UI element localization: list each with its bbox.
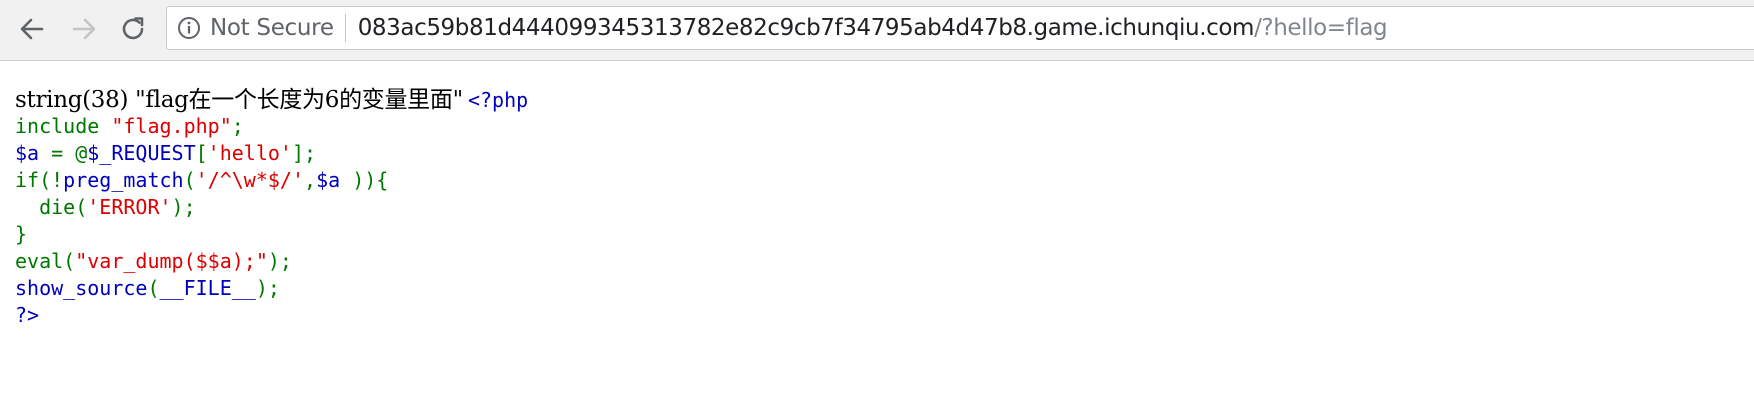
url-path: /?hello=flag bbox=[1254, 15, 1388, 41]
page-content: string(38) "flag在一个长度为6的变量里面" <?php incl… bbox=[15, 80, 528, 329]
reload-button[interactable] bbox=[115, 11, 151, 47]
code-token: preg_match bbox=[63, 168, 184, 192]
code-line: include "flag.php"; bbox=[15, 113, 528, 140]
code-token: ; bbox=[231, 114, 244, 138]
back-arrow-icon bbox=[18, 15, 46, 43]
code-line: } bbox=[15, 221, 528, 248]
code-token: ( bbox=[183, 168, 196, 192]
code-token: ); bbox=[171, 195, 196, 219]
output-line: string(38) "flag在一个长度为6的变量里面" <?php bbox=[15, 80, 528, 113]
code-token: 'hello' bbox=[207, 141, 292, 165]
code-line: show_source(__FILE__); bbox=[15, 275, 528, 302]
code-token: ); bbox=[255, 276, 280, 300]
code-token: '/^\w*$/' bbox=[195, 168, 305, 192]
browser-toolbar: Not Secure 083ac59b81d444099345313782e82… bbox=[0, 0, 1754, 61]
var-dump-output: string(38) "flag在一个长度为6的变量里面" bbox=[15, 87, 463, 113]
code-token: "var_dump($$a);" bbox=[75, 249, 268, 273]
info-icon[interactable] bbox=[176, 15, 202, 41]
code-token: "flag.php" bbox=[111, 114, 232, 138]
forward-arrow-icon bbox=[70, 15, 98, 43]
url-text[interactable]: 083ac59b81d444099345313782e82c9cb7f34795… bbox=[358, 15, 1388, 41]
code-token: if(! bbox=[15, 168, 64, 192]
code-token: include bbox=[15, 114, 112, 138]
back-button[interactable] bbox=[14, 11, 50, 47]
security-label[interactable]: Not Secure bbox=[210, 15, 334, 41]
code-line: eval("var_dump($$a);"); bbox=[15, 248, 528, 275]
code-line: die('ERROR'); bbox=[15, 194, 528, 221]
code-line: ?> bbox=[15, 302, 528, 329]
code-token: 'ERROR' bbox=[87, 195, 172, 219]
code-token: $_REQUEST bbox=[87, 141, 196, 165]
code-token: $a bbox=[15, 141, 52, 165]
code-token: ]; bbox=[291, 141, 317, 165]
code-token: = @ bbox=[51, 141, 88, 165]
url-host: 083ac59b81d444099345313782e82c9cb7f34795… bbox=[357, 15, 1255, 41]
code-token: die( bbox=[15, 195, 88, 219]
address-bar[interactable]: Not Secure 083ac59b81d444099345313782e82… bbox=[166, 6, 1754, 50]
code-token: show_source bbox=[15, 276, 148, 300]
code-token: [ bbox=[195, 141, 208, 165]
code-line: if(!preg_match('/^\w*$/',$a )){ bbox=[15, 167, 528, 194]
code-token: } bbox=[15, 222, 28, 246]
code-line: $a = @$_REQUEST['hello']; bbox=[15, 140, 528, 167]
code-token: )){ bbox=[352, 168, 389, 192]
code-token: __FILE__ bbox=[159, 276, 256, 300]
code-token: $a bbox=[316, 168, 353, 192]
code-token: ?> bbox=[15, 303, 40, 327]
code-token: , bbox=[304, 168, 317, 192]
php-open-tag: <?php bbox=[467, 88, 529, 112]
code-token: ( bbox=[147, 276, 160, 300]
reload-icon bbox=[118, 14, 148, 44]
code-token: eval( bbox=[15, 249, 76, 273]
forward-button[interactable] bbox=[66, 11, 102, 47]
omnibox-divider bbox=[344, 14, 346, 42]
php-source-code: include "flag.php"; $a = @$_REQUEST['hell… bbox=[15, 113, 528, 329]
code-token: ); bbox=[267, 249, 292, 273]
